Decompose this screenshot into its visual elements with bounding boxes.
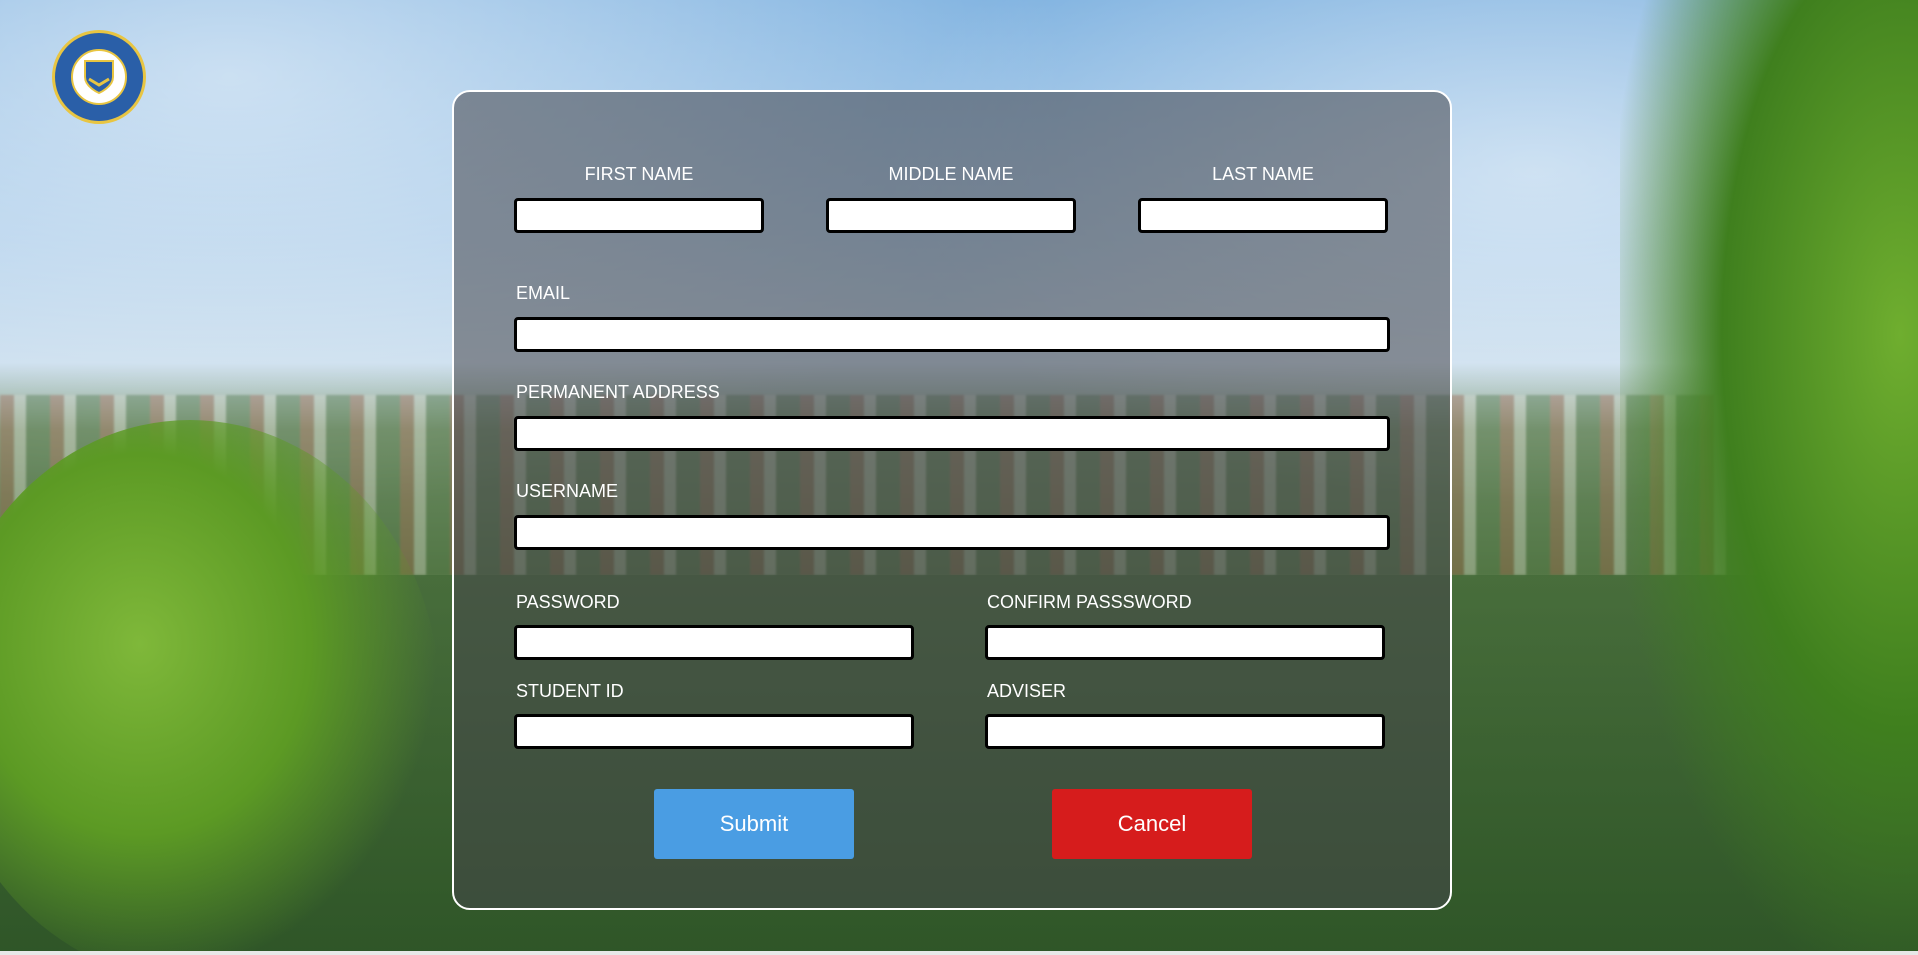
shield-icon (84, 60, 114, 95)
password-input[interactable] (514, 625, 914, 660)
adviser-input[interactable] (985, 714, 1385, 749)
middle-name-label: MIDDLE NAME (888, 164, 1014, 184)
adviser-label: ADVISER (987, 681, 1067, 701)
first-name-label: FIRST NAME (584, 164, 694, 184)
middle-name-input[interactable] (826, 198, 1076, 233)
window-bottom-edge (0, 951, 1918, 955)
first-name-input[interactable] (514, 198, 764, 233)
leaves-right (1620, 0, 1918, 955)
email-label: EMAIL (516, 283, 571, 303)
permanent-address-input[interactable] (514, 416, 1390, 451)
username-input[interactable] (514, 515, 1390, 550)
university-seal-icon (52, 30, 146, 124)
last-name-input[interactable] (1138, 198, 1388, 233)
username-label: USERNAME (516, 481, 619, 501)
submit-button[interactable]: Submit (654, 789, 854, 859)
email-input[interactable] (514, 317, 1390, 352)
student-id-label: STUDENT ID (516, 681, 624, 701)
student-id-input[interactable] (514, 714, 914, 749)
confirm-password-label: CONFIRM PASSSWORD (987, 592, 1192, 612)
cancel-button[interactable]: Cancel (1052, 789, 1252, 859)
permanent-address-label: PERMANENT ADDRESS (516, 382, 720, 402)
seal-shield-icon (71, 49, 127, 105)
password-label: PASSWORD (516, 592, 620, 612)
confirm-password-input[interactable] (985, 625, 1385, 660)
last-name-label: LAST NAME (1212, 164, 1314, 184)
registration-form: FIRST NAME MIDDLE NAME LAST NAME EMAIL P… (452, 90, 1452, 910)
